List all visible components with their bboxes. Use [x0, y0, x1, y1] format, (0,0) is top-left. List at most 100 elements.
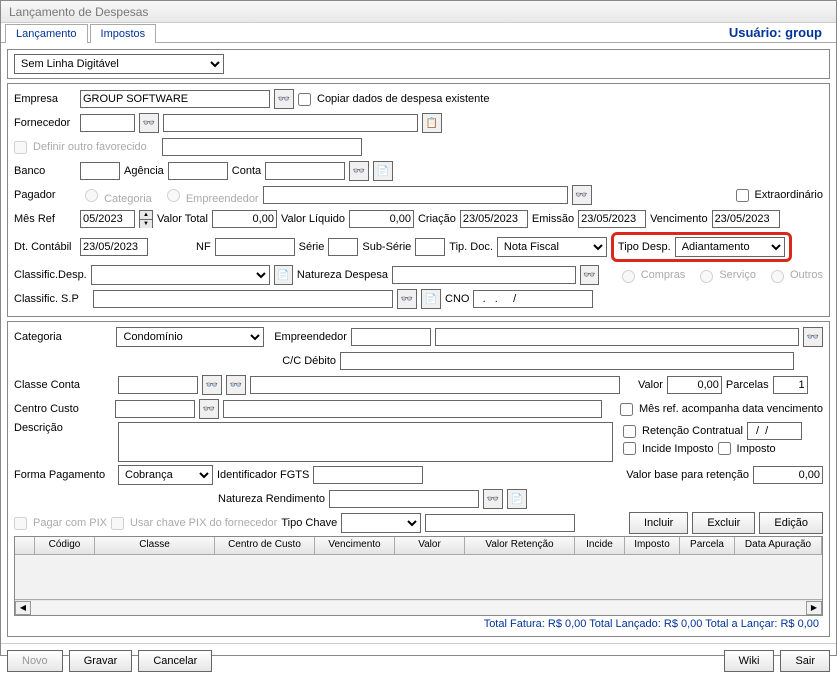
- edicao-button[interactable]: Edição: [759, 512, 823, 534]
- classe-conta-search2-icon[interactable]: 👓: [226, 375, 246, 395]
- empreendedor-name-input[interactable]: [435, 328, 799, 346]
- cancelar-button[interactable]: Cancelar: [138, 650, 212, 672]
- natureza-despesa-input[interactable]: [392, 266, 576, 284]
- incide-imposto-checkbox[interactable]: [623, 442, 636, 455]
- classe-conta-code-input[interactable]: [118, 376, 198, 394]
- classific-sp-doc-icon[interactable]: 📄: [421, 289, 441, 309]
- fornecedor-search-icon[interactable]: 👓: [139, 113, 159, 133]
- chave-pix-input[interactable]: [425, 514, 575, 532]
- cno-input[interactable]: [473, 290, 593, 308]
- serie-label: Série: [299, 241, 325, 253]
- gravar-button[interactable]: Gravar: [69, 650, 133, 672]
- classific-desp-select[interactable]: [91, 265, 270, 285]
- tipdoc-select[interactable]: Nota Fiscal: [497, 237, 607, 257]
- definir-favorecido-checkbox: [14, 141, 27, 154]
- conta-input[interactable]: [265, 162, 345, 180]
- emissao-input[interactable]: [578, 210, 646, 228]
- ident-fgts-input[interactable]: [313, 466, 423, 484]
- th-imposto[interactable]: Imposto: [625, 537, 680, 554]
- categoria-select[interactable]: Condomínio: [116, 327, 264, 347]
- incluir-button[interactable]: Incluir: [629, 512, 688, 534]
- serie-input[interactable]: [328, 238, 358, 256]
- classe-conta-search-icon[interactable]: 👓: [202, 375, 222, 395]
- th-codigo[interactable]: Código: [35, 537, 95, 554]
- subserie-input[interactable]: [415, 238, 445, 256]
- excluir-button[interactable]: Excluir: [692, 512, 755, 534]
- classific-sp-search-icon[interactable]: 👓: [397, 289, 417, 309]
- pagador-input[interactable]: [263, 186, 568, 204]
- user-label: Usuário: group: [729, 25, 832, 40]
- th-valor-retencao[interactable]: Valor Retenção: [465, 537, 575, 554]
- centro-custo-search-icon[interactable]: 👓: [199, 399, 219, 419]
- classific-sp-input[interactable]: [93, 290, 393, 308]
- linha-digitavel-select[interactable]: Sem Linha Digitável: [14, 54, 224, 74]
- pagador-search-icon[interactable]: 👓: [572, 185, 592, 205]
- tab-lancamento[interactable]: Lançamento: [5, 24, 88, 43]
- descricao-textarea[interactable]: [118, 422, 613, 462]
- fornecedor-detail-icon[interactable]: 📋: [422, 113, 442, 133]
- centro-custo-name-input[interactable]: [223, 400, 602, 418]
- nf-input[interactable]: [215, 238, 295, 256]
- classific-desp-doc-icon[interactable]: 📄: [274, 265, 293, 285]
- pagador-empreendedor-radio[interactable]: Empreendedor: [162, 186, 259, 205]
- centro-custo-code-input[interactable]: [115, 400, 195, 418]
- retencao-checkbox[interactable]: [623, 425, 636, 438]
- table-hscroll[interactable]: ◀▶: [15, 599, 822, 615]
- dtcontabil-input[interactable]: [80, 238, 148, 256]
- valor-input[interactable]: [667, 376, 722, 394]
- th-data-apuracao[interactable]: Data Apuração: [735, 537, 822, 554]
- extraordinario-checkbox[interactable]: [736, 189, 749, 202]
- forma-pagto-select[interactable]: Cobrança: [118, 465, 213, 485]
- natureza-rend-input[interactable]: [329, 490, 479, 508]
- copiar-dados-checkbox[interactable]: [298, 93, 311, 106]
- sair-button[interactable]: Sair: [780, 650, 830, 672]
- th-centro-custo[interactable]: Centro de Custo: [215, 537, 315, 554]
- vencimento-input[interactable]: [712, 210, 780, 228]
- banco-input[interactable]: [80, 162, 120, 180]
- empreendedor-label: Empreendedor: [274, 331, 347, 343]
- retencao-date-input[interactable]: [747, 422, 802, 440]
- wiki-button[interactable]: Wiki: [724, 650, 775, 672]
- mesref-venc-checkbox[interactable]: [620, 403, 633, 416]
- fornecedor-name-input[interactable]: [163, 114, 418, 132]
- pagador-categoria-radio[interactable]: Categoria: [80, 186, 152, 205]
- th-classe[interactable]: Classe: [95, 537, 215, 554]
- dtcontabil-label: Dt. Contábil: [14, 241, 76, 253]
- empreendedor-search-icon[interactable]: 👓: [803, 327, 823, 347]
- details-table[interactable]: Código Classe Centro de Custo Vencimento…: [14, 536, 823, 616]
- tipodesp-label: Tipo Desp.: [618, 241, 671, 253]
- classific-sp-label: Classific. S.P: [14, 293, 89, 305]
- natureza-rend-doc-icon[interactable]: 📄: [507, 489, 527, 509]
- fornecedor-code-input[interactable]: [80, 114, 135, 132]
- th-vencimento[interactable]: Vencimento: [315, 537, 395, 554]
- tipo-chave-label: Tipo Chave: [281, 517, 337, 529]
- empreendedor-code-input[interactable]: [351, 328, 431, 346]
- conta-doc-icon[interactable]: 📄: [373, 161, 393, 181]
- empresa-search-icon[interactable]: 👓: [274, 89, 294, 109]
- tipo-chave-select[interactable]: [341, 513, 421, 533]
- novo-button[interactable]: Novo: [7, 650, 63, 672]
- th-parcela[interactable]: Parcela: [680, 537, 735, 554]
- valor-base-ret-input[interactable]: [753, 466, 823, 484]
- valor-liquido-input[interactable]: [349, 210, 414, 228]
- mesref-label: Mês Ref: [14, 213, 76, 225]
- natureza-rend-search-icon[interactable]: 👓: [483, 489, 503, 509]
- criacao-input[interactable]: [460, 210, 528, 228]
- tipodesp-select[interactable]: Adiantamento: [675, 237, 785, 257]
- parcelas-input[interactable]: [773, 376, 808, 394]
- conta-search-icon[interactable]: 👓: [349, 161, 369, 181]
- valor-total-input[interactable]: [212, 210, 277, 228]
- agencia-label: Agência: [124, 165, 164, 177]
- imposto-checkbox[interactable]: [718, 442, 731, 455]
- mesref-input[interactable]: [80, 210, 135, 228]
- empresa-input[interactable]: [80, 90, 270, 108]
- agencia-input[interactable]: [168, 162, 228, 180]
- cc-debito-input[interactable]: [340, 352, 794, 370]
- th-valor[interactable]: Valor: [395, 537, 465, 554]
- classe-conta-name-input[interactable]: [250, 376, 620, 394]
- tab-impostos[interactable]: Impostos: [90, 24, 157, 43]
- th-incide[interactable]: Incide: [575, 537, 625, 554]
- natureza-despesa-search-icon[interactable]: 👓: [580, 265, 599, 285]
- mesref-spinner[interactable]: ▲▼: [139, 210, 153, 228]
- conta-label: Conta: [232, 165, 261, 177]
